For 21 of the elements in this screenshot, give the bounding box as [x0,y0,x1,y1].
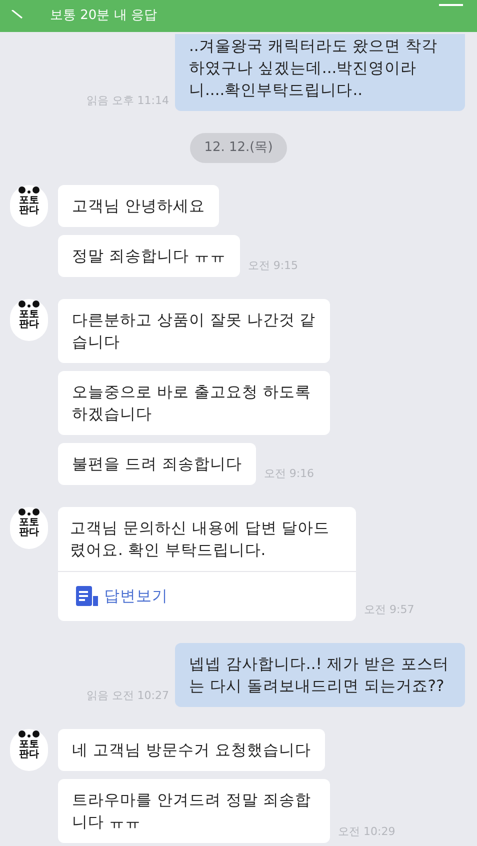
avatar-label: 판다 [19,320,39,330]
avatar-label: 포토 [19,310,39,320]
avatar-label: 판다 [19,206,39,216]
response-time-text: 보통 20분 내 응답 [50,7,157,26]
message-bubble: 네 고객님 방문수거 요청했습니다 [58,728,325,771]
avatar-label: 판다 [19,528,39,538]
message-bubble: 트라우마를 안겨드려 정말 죄송합니다 ㅠㅠ [58,778,330,843]
view-answer-link[interactable]: 답변보기 [58,572,356,621]
message-bubble: 넵넵 감사합니다..! 제가 받은 포스터는 다시 돌려보내드리면 되는거죠?? [175,642,465,707]
message-bubble: 다른분하고 상품이 잘못 나간것 같습니다 [58,298,330,362]
message-text: 고객님 문의하신 내용에 답변 달아드렸어요. 확인 부탁드립니다. [58,506,356,572]
avatar-label: 판다 [19,750,39,760]
avatar-label: 포토 [19,518,39,528]
document-icon [76,586,100,606]
message-bubble: 오늘중으로 바로 출고요청 하도록하겠습니다 [58,370,330,434]
message-bubble: ..겨울왕국 캐릭터라도 왔으면 착각하였구나 싶겠는데...박진영이라니....확인부탁드립니다.. [175,34,465,111]
avatar-label: 포토 [19,196,39,206]
message-bubble: 정말 죄송합니다 ㅠㅠ [58,234,240,276]
message-bubble: 불편을 드려 죄송합니다 [58,442,256,484]
avatar-label: 포토 [19,740,39,750]
message-bubble: 고객님 안녕하세요 [58,184,219,226]
